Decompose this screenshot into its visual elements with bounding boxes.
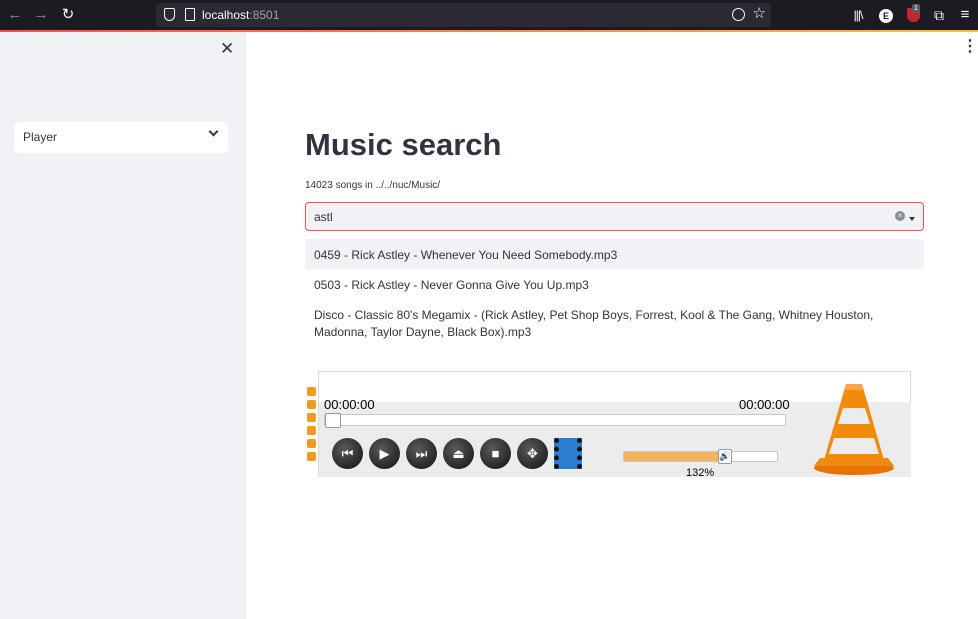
tracking-shield-icon[interactable] xyxy=(164,8,175,21)
extension-e-icon[interactable]: E xyxy=(876,5,896,25)
player-side-toolbar xyxy=(305,387,318,469)
bookmark-star-icon[interactable]: ☆ xyxy=(753,4,766,24)
page-info-icon[interactable] xyxy=(185,8,195,21)
url-host: localhost xyxy=(202,8,250,22)
sidebar: ✕ Player xyxy=(0,32,246,619)
page-select-value: Player xyxy=(23,130,58,144)
page-title: Music search xyxy=(305,127,502,162)
vlc-player: 00:00:00 00:00:00 ⏮ ▶ ⏭ ⏏ ■ ✥ 🔊 132% xyxy=(305,371,911,479)
elapsed-time: 00:00:00 xyxy=(324,397,375,412)
side-tool-icon[interactable] xyxy=(307,413,316,422)
songs-count-caption: 14023 songs in ../../nuc/Music/ xyxy=(305,180,441,191)
previous-button[interactable]: ⏮ xyxy=(332,438,363,469)
stop-button[interactable]: ■ xyxy=(480,438,511,469)
result-item[interactable]: 0503 - Rick Astley - Never Gonna Give Yo… xyxy=(305,269,924,299)
bug-icon[interactable] xyxy=(732,8,745,21)
browser-toolbar: ← → ↻ localhost:8501 ☆ |||\ E 1 ⧉ ≡ xyxy=(0,0,978,30)
fullscreen-button[interactable]: ✥ xyxy=(517,438,548,469)
search-input[interactable]: astl × xyxy=(305,202,924,231)
url-port: :8501 xyxy=(249,8,280,22)
total-time: 00:00:00 xyxy=(739,397,790,412)
seek-bar[interactable] xyxy=(324,413,786,428)
hamburger-menu-icon[interactable]: ≡ xyxy=(955,5,975,25)
volume-percent: 132% xyxy=(686,467,715,479)
main-menu-kebab-icon[interactable]: ⋮ xyxy=(962,39,978,55)
film-icon[interactable] xyxy=(554,438,582,469)
extension-e-label: E xyxy=(879,9,893,23)
search-results-list: 0459 - Rick Astley - Whenever You Need S… xyxy=(305,239,924,349)
search-value: astl xyxy=(314,210,333,224)
page-select[interactable]: Player xyxy=(14,122,228,153)
forward-arrow-icon[interactable]: → xyxy=(31,5,51,25)
library-icon[interactable]: |||\ xyxy=(848,5,868,25)
chevron-down-icon xyxy=(208,126,219,137)
volume-fill xyxy=(624,452,725,461)
previous-icon: ⏮ xyxy=(341,446,354,461)
ublock-badge: 1 xyxy=(912,4,920,13)
volume-slider[interactable]: 🔊 xyxy=(623,449,778,464)
address-bar[interactable]: localhost:8501 ☆ xyxy=(156,3,771,27)
eject-button[interactable]: ⏏ xyxy=(443,438,474,469)
side-tool-icon[interactable] xyxy=(307,439,316,448)
vlc-cone-logo xyxy=(814,384,894,475)
player-panel: 00:00:00 00:00:00 ⏮ ▶ ⏭ ⏏ ■ ✥ 🔊 132% xyxy=(318,371,911,479)
reload-icon[interactable]: ↻ xyxy=(58,5,78,25)
next-button[interactable]: ⏭ xyxy=(406,438,437,469)
extensions-puzzle-icon[interactable]: ⧉ xyxy=(929,5,949,25)
stop-icon: ■ xyxy=(491,446,500,461)
side-tool-icon[interactable] xyxy=(307,426,316,435)
side-tool-icon[interactable] xyxy=(307,452,316,461)
result-item[interactable]: 0459 - Rick Astley - Whenever You Need S… xyxy=(305,239,924,269)
fullscreen-icon: ✥ xyxy=(527,446,538,461)
side-tool-icon[interactable] xyxy=(307,400,316,409)
play-icon: ▶ xyxy=(379,446,390,461)
next-icon: ⏭ xyxy=(415,446,428,461)
side-tool-icon[interactable] xyxy=(307,387,316,396)
clear-icon[interactable]: × xyxy=(895,211,905,221)
url-text[interactable]: localhost:8501 xyxy=(202,7,279,23)
eject-icon: ⏏ xyxy=(452,446,465,461)
dropdown-caret-icon[interactable] xyxy=(909,217,915,221)
seek-handle[interactable] xyxy=(325,413,341,428)
close-sidebar-icon[interactable]: ✕ xyxy=(220,40,234,57)
volume-handle-speaker-icon[interactable]: 🔊 xyxy=(718,449,732,464)
play-button[interactable]: ▶ xyxy=(369,438,400,469)
back-arrow-icon[interactable]: ← xyxy=(5,5,25,25)
result-item[interactable]: Disco - Classic 80's Megamix - (Rick Ast… xyxy=(305,299,924,349)
ublock-icon[interactable]: 1 xyxy=(903,4,923,25)
